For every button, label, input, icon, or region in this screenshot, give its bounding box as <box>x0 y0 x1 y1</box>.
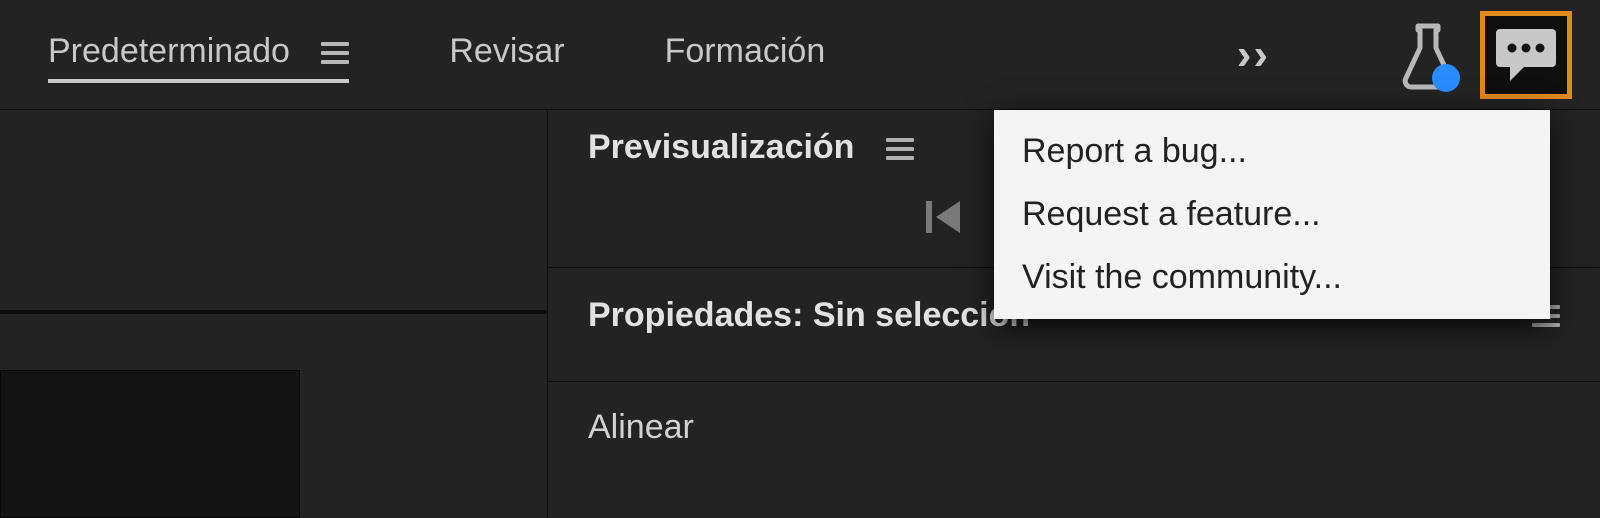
feedback-menu: Report a bug... Request a feature... Vis… <box>994 110 1550 319</box>
panel-title: Propiedades: Sin selección <box>588 296 1030 335</box>
left-panel-column <box>0 110 548 518</box>
align-panel-header: Alinear <box>588 408 1560 447</box>
preview-panel-title-row: Previsualización <box>588 128 914 167</box>
feedback-menu-item-report-bug[interactable]: Report a bug... <box>994 120 1550 183</box>
topbar-right-icons <box>1398 11 1572 99</box>
panel-menu-icon[interactable] <box>886 133 914 165</box>
panel-divider <box>0 310 547 314</box>
feedback-menu-item-request-feature[interactable]: Request a feature... <box>994 183 1550 246</box>
feedback-button[interactable] <box>1480 11 1572 99</box>
workspace-tab-label: Predeterminado <box>48 32 290 70</box>
speech-bubble-icon <box>1494 27 1558 83</box>
go-to-start-button[interactable] <box>922 195 966 239</box>
skip-back-icon <box>922 195 966 239</box>
workspace-tab-label: Revisar <box>449 32 564 70</box>
menu-icon[interactable] <box>321 37 349 69</box>
workspace-topbar: Predeterminado Revisar Formación ›› <box>0 0 1600 110</box>
workspace-tab-label: Formación <box>665 32 826 70</box>
beaker-icon[interactable] <box>1398 20 1458 90</box>
workspace-tab-review[interactable]: Revisar <box>449 32 564 77</box>
workspace-tab-default[interactable]: Predeterminado <box>48 32 349 77</box>
left-panel-content-block <box>0 370 300 518</box>
panel-title: Previsualización <box>588 128 854 166</box>
feedback-menu-item-visit-community[interactable]: Visit the community... <box>994 246 1550 309</box>
notification-dot-icon <box>1432 64 1460 92</box>
more-workspaces-icon[interactable]: ›› <box>1237 30 1270 80</box>
align-panel: Alinear <box>548 382 1600 469</box>
panel-title: Alinear <box>588 408 694 447</box>
workspace-tab-training[interactable]: Formación <box>665 32 826 77</box>
